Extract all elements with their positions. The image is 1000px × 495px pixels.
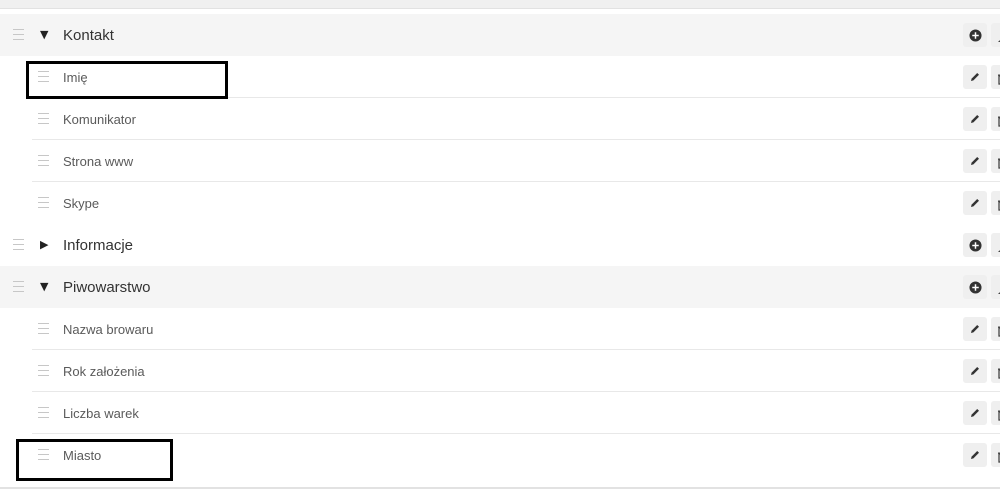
plus-circle-icon bbox=[968, 280, 982, 294]
row-actions bbox=[963, 23, 1000, 47]
drag-handle-icon[interactable] bbox=[38, 113, 49, 124]
delete-field-button[interactable] bbox=[991, 191, 1000, 215]
delete-field-button[interactable] bbox=[991, 65, 1000, 89]
edit-field-button[interactable] bbox=[963, 359, 987, 383]
edit-field-button[interactable] bbox=[963, 65, 987, 89]
delete-field-button[interactable] bbox=[991, 149, 1000, 173]
drag-handle-icon[interactable] bbox=[38, 365, 49, 376]
bottom-divider bbox=[0, 487, 1000, 489]
edit-field-button[interactable] bbox=[963, 107, 987, 131]
edit-field-button[interactable] bbox=[963, 443, 987, 467]
delete-field-button[interactable] bbox=[991, 443, 1000, 467]
row-actions bbox=[963, 317, 1000, 341]
group-row-piwowarstwo[interactable]: ▼ Piwowarstwo bbox=[0, 266, 1000, 308]
top-bar bbox=[0, 0, 1000, 9]
pencil-icon bbox=[971, 409, 979, 417]
row-actions bbox=[963, 191, 1000, 215]
plus-circle-icon bbox=[968, 238, 982, 252]
field-label: Komunikator bbox=[63, 112, 136, 127]
field-label: Liczba warek bbox=[63, 406, 139, 421]
pencil-icon bbox=[971, 115, 979, 123]
delete-field-button[interactable] bbox=[991, 401, 1000, 425]
group-user-button[interactable] bbox=[991, 233, 1000, 257]
drag-handle-icon[interactable] bbox=[38, 407, 49, 418]
drag-handle-icon[interactable] bbox=[13, 239, 24, 250]
highlight-box-miasto bbox=[16, 439, 173, 481]
collapse-toggle-icon[interactable]: ▼ bbox=[40, 28, 50, 41]
expand-toggle-icon[interactable]: ▶ bbox=[40, 238, 50, 251]
edit-field-button[interactable] bbox=[963, 401, 987, 425]
drag-handle-icon[interactable] bbox=[38, 323, 49, 334]
pencil-icon bbox=[971, 73, 979, 81]
field-row-nazwa-browaru[interactable]: Nazwa browaru bbox=[0, 308, 1000, 350]
pencil-icon bbox=[971, 157, 979, 165]
field-row-strona-www[interactable]: Strona www bbox=[0, 140, 1000, 182]
add-field-button[interactable] bbox=[963, 23, 987, 47]
field-row-skype[interactable]: Skype bbox=[0, 182, 1000, 224]
pencil-icon bbox=[971, 367, 979, 375]
add-field-button[interactable] bbox=[963, 233, 987, 257]
delete-field-button[interactable] bbox=[991, 107, 1000, 131]
group-label: Informacje bbox=[63, 237, 134, 254]
collapse-toggle-icon[interactable]: ▼ bbox=[40, 280, 50, 293]
drag-handle-icon[interactable] bbox=[13, 281, 24, 292]
row-actions bbox=[963, 443, 1000, 467]
row-actions bbox=[963, 149, 1000, 173]
field-label: Skype bbox=[63, 196, 100, 211]
field-label: Rok założenia bbox=[63, 364, 145, 379]
field-row-rok-zalozenia[interactable]: Rok założenia bbox=[0, 350, 1000, 392]
plus-circle-icon bbox=[968, 28, 982, 42]
row-actions bbox=[963, 275, 1000, 299]
delete-field-button[interactable] bbox=[991, 359, 1000, 383]
field-label: Strona www bbox=[63, 154, 134, 169]
highlight-box-imie bbox=[26, 61, 228, 99]
edit-field-button[interactable] bbox=[963, 149, 987, 173]
pencil-icon bbox=[971, 325, 979, 333]
pencil-icon bbox=[971, 199, 979, 207]
group-row-kontakt[interactable]: ▼ Kontakt bbox=[0, 14, 1000, 56]
group-label: Piwowarstwo bbox=[63, 279, 151, 296]
pencil-icon bbox=[971, 451, 979, 459]
field-row-komunikator[interactable]: Komunikator bbox=[0, 98, 1000, 140]
row-actions bbox=[963, 401, 1000, 425]
field-label: Nazwa browaru bbox=[63, 322, 154, 337]
group-label: Kontakt bbox=[63, 27, 114, 44]
edit-field-button[interactable] bbox=[963, 317, 987, 341]
group-row-informacje[interactable]: ▶ Informacje bbox=[0, 224, 1000, 266]
row-actions bbox=[963, 359, 1000, 383]
delete-field-button[interactable] bbox=[991, 317, 1000, 341]
field-row-liczba-warek[interactable]: Liczba warek bbox=[0, 392, 1000, 434]
row-actions bbox=[963, 107, 1000, 131]
drag-handle-icon[interactable] bbox=[38, 197, 49, 208]
add-field-button[interactable] bbox=[963, 275, 987, 299]
row-actions bbox=[963, 233, 1000, 257]
group-user-button[interactable] bbox=[991, 275, 1000, 299]
drag-handle-icon[interactable] bbox=[38, 155, 49, 166]
row-actions bbox=[963, 65, 1000, 89]
edit-field-button[interactable] bbox=[963, 191, 987, 215]
drag-handle-icon[interactable] bbox=[13, 29, 24, 40]
group-user-button[interactable] bbox=[991, 23, 1000, 47]
